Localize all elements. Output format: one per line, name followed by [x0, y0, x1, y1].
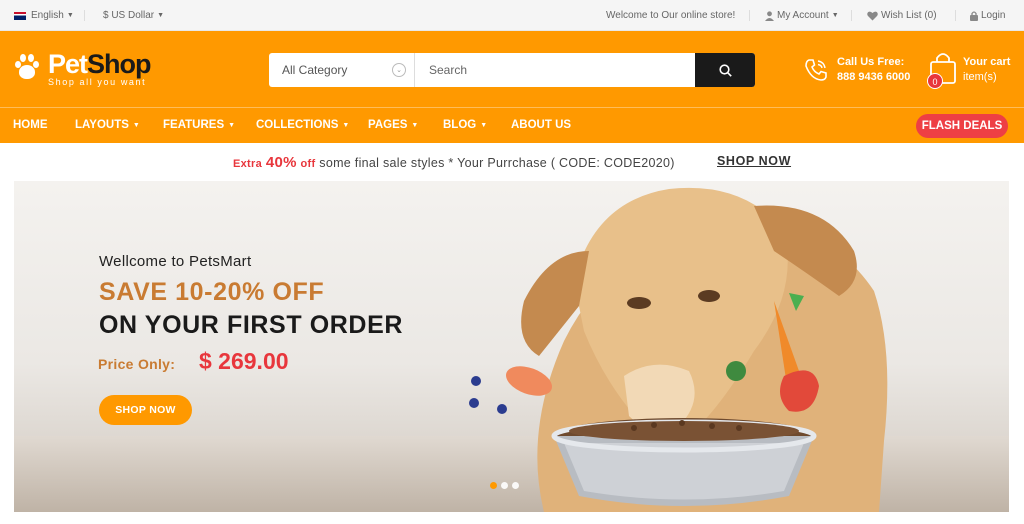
- site-logo[interactable]: PetShop Shop all you want: [12, 49, 152, 87]
- slider-dot[interactable]: [501, 482, 508, 489]
- currency-label: $ US Dollar: [103, 10, 155, 21]
- promo-details: some final sale styles * Your Purrchase …: [319, 156, 675, 170]
- cart-items-label: item(s): [963, 71, 997, 83]
- nav-label: FEATURES: [163, 119, 225, 131]
- nav-label: BLOG: [443, 119, 477, 131]
- nav-item-about-us[interactable]: ABOUT US: [511, 119, 571, 131]
- nav-item-collections[interactable]: COLLECTIONS ▼: [256, 119, 349, 131]
- promo-percent: 40%: [265, 154, 297, 171]
- chevron-down-icon: ▼: [157, 12, 165, 19]
- nav-item-layouts[interactable]: LAYOUTS ▼: [75, 119, 140, 131]
- hero-headline-save: SAVE 10-20% OFF: [99, 278, 325, 306]
- chevron-down-icon: ▼: [831, 12, 839, 19]
- divider: [749, 10, 750, 21]
- login-label: Login: [981, 10, 1006, 21]
- promo-shop-now-link[interactable]: SHOP NOW: [717, 154, 791, 168]
- welcome-message: Welcome to Our online store!: [606, 10, 735, 21]
- main-nav: HOME LAYOUTS ▼ FEATURES ▼ COLLECTIONS ▼ PAG…: [0, 107, 1024, 143]
- call-us[interactable]: Call Us Free: 888 9436 6000: [803, 55, 910, 85]
- hero-headline-first-order: ON YOUR FIRST ORDER: [99, 311, 404, 339]
- login-link[interactable]: Login: [970, 10, 1005, 21]
- chevron-down-icon: ▼: [66, 12, 74, 19]
- nav-label: COLLECTIONS: [256, 119, 339, 131]
- hero-shop-now-button[interactable]: SHOP NOW: [99, 395, 192, 425]
- wishlist-label: Wish List (0): [881, 10, 937, 21]
- language-selector[interactable]: English ▼: [14, 10, 74, 21]
- search-input[interactable]: [415, 53, 695, 87]
- call-label: Call Us Free:: [837, 56, 905, 68]
- slider-dot[interactable]: [490, 482, 497, 489]
- lock-icon: [970, 10, 978, 21]
- user-icon: [765, 10, 774, 21]
- phone-icon: [805, 59, 827, 81]
- paw-icon: [12, 52, 42, 82]
- dog-eating-image: [469, 187, 888, 512]
- hero-price: $ 269.00: [199, 348, 289, 374]
- promo-extra: Extra: [233, 158, 263, 170]
- chevron-down-icon: ▼: [228, 121, 236, 129]
- logo-tagline: Shop all you want: [48, 77, 147, 87]
- nav-item-pages[interactable]: PAGES ▼: [368, 119, 418, 131]
- chevron-down-icon: ⌄: [392, 63, 406, 77]
- cart-label: Your cart: [963, 56, 1011, 68]
- heart-icon: [867, 11, 878, 20]
- promo-text: Extra 40% off some final sale styles * Y…: [233, 154, 675, 171]
- nav-label: LAYOUTS: [75, 119, 129, 131]
- promo-off: off: [300, 158, 316, 170]
- nav-item-home[interactable]: HOME: [13, 119, 48, 131]
- category-select[interactable]: All Category ⌄: [269, 53, 415, 87]
- cart-count-badge: 0: [927, 73, 943, 89]
- search-icon: [718, 63, 732, 77]
- call-number: 888 9436 6000: [837, 71, 911, 83]
- chevron-down-icon: ▼: [342, 121, 350, 129]
- hero-price-label: Price Only:: [98, 356, 176, 372]
- nav-label: PAGES: [368, 119, 408, 131]
- hero-greeting: Wellcome to PetsMart: [99, 253, 252, 270]
- logo-text: PetShop: [48, 49, 152, 79]
- hero-banner: Wellcome to PetsMart SAVE 10-20% OFF ON …: [14, 181, 1009, 512]
- wishlist-link[interactable]: Wish List (0): [867, 10, 937, 21]
- nav-label: ABOUT US: [511, 119, 572, 131]
- top-bar: English ▼ $ US Dollar ▼ Welcome to Our o…: [0, 0, 1024, 31]
- divider: [955, 10, 956, 21]
- chevron-down-icon: ▼: [411, 121, 419, 129]
- slider-dots: [490, 482, 519, 489]
- cart-button[interactable]: 0 Your cart item(s): [927, 51, 1011, 89]
- category-label: All Category: [282, 63, 348, 77]
- my-account-menu[interactable]: My Account ▼: [765, 10, 839, 21]
- nav-label: HOME: [13, 119, 48, 131]
- divider: [84, 10, 85, 21]
- nav-item-features[interactable]: FEATURES ▼: [163, 119, 235, 131]
- logo-text-pet: Pet: [48, 49, 88, 79]
- slider-dot[interactable]: [512, 482, 519, 489]
- account-label: My Account: [777, 10, 829, 21]
- language-label: English: [31, 10, 64, 21]
- promo-bar: Extra 40% off some final sale styles * Y…: [0, 143, 1024, 181]
- flag-icon: [14, 11, 26, 20]
- divider: [851, 10, 852, 21]
- currency-selector[interactable]: $ US Dollar ▼: [103, 10, 164, 21]
- cart-bag-icon: 0: [927, 51, 957, 89]
- welcome-text: Welcome to Our online store!: [606, 10, 736, 21]
- nav-item-blog[interactable]: BLOG ▼: [443, 119, 487, 131]
- header: PetShop Shop all you want All Category ⌄…: [0, 31, 1024, 107]
- chevron-down-icon: ▼: [132, 121, 140, 129]
- logo-text-shop: Shop: [87, 49, 151, 79]
- search-bar: All Category ⌄: [269, 53, 755, 87]
- search-button[interactable]: [695, 53, 755, 87]
- chevron-down-icon: ▼: [480, 121, 488, 129]
- flash-deals-button[interactable]: FLASH DEALS: [916, 114, 1008, 138]
